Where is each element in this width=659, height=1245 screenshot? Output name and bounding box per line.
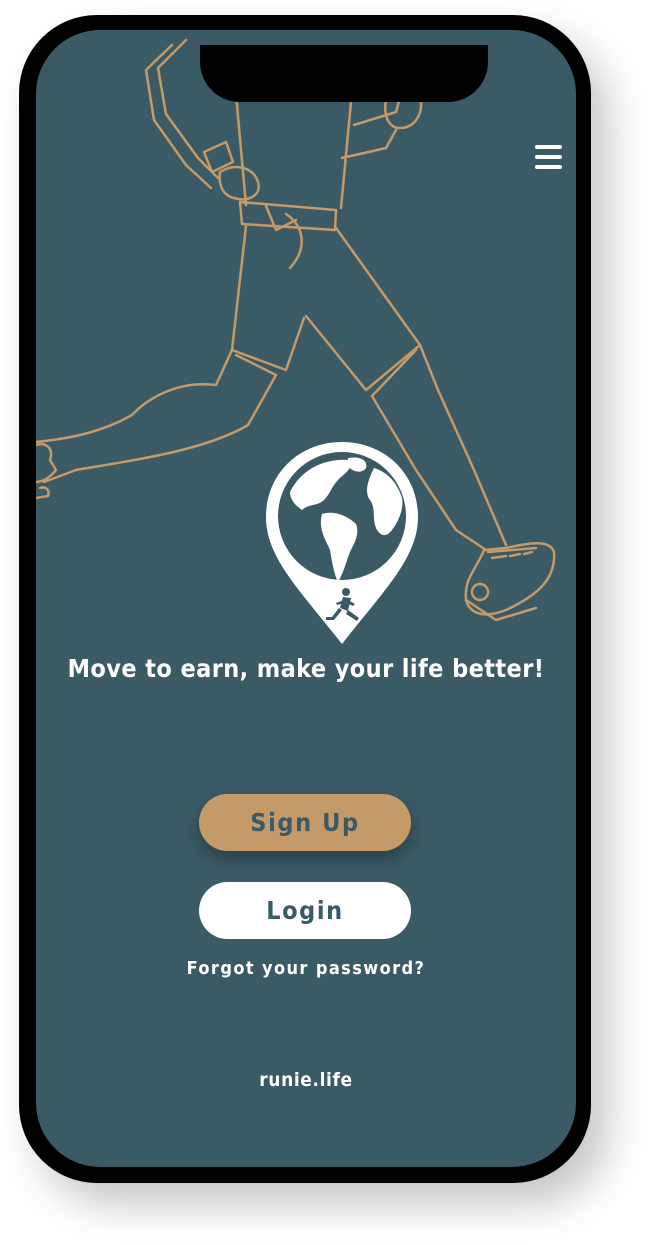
globe-location-pin-logo <box>266 442 418 644</box>
site-url: runie.life <box>259 1069 353 1091</box>
camera-notch <box>200 45 488 102</box>
sign-up-button[interactable]: Sign Up <box>199 794 411 851</box>
app-screen: Move to earn, make your life better! Sig… <box>36 30 576 1167</box>
tagline: Move to earn, make your life better! <box>67 654 545 683</box>
login-button[interactable]: Login <box>199 882 411 939</box>
hamburger-menu-icon[interactable] <box>532 140 566 174</box>
forgot-password-link[interactable]: Forgot your password? <box>36 958 576 979</box>
